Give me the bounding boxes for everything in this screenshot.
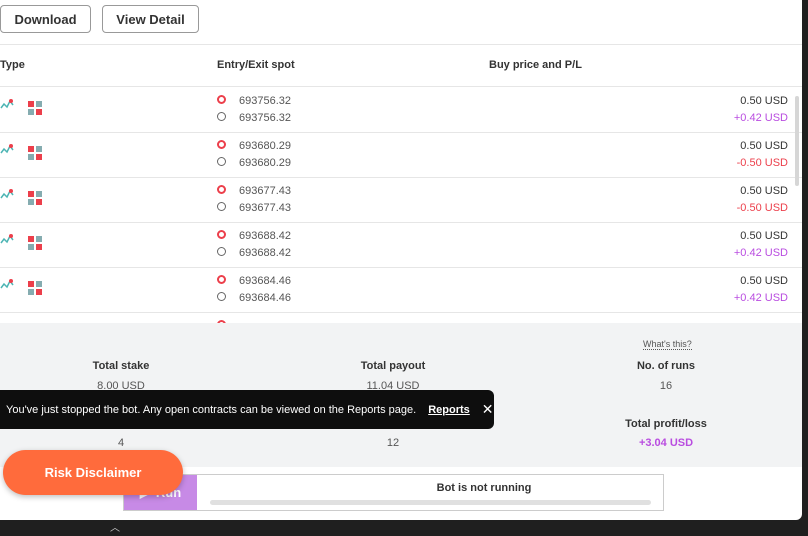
market-grid-icon xyxy=(28,101,42,115)
exit-spot-icon xyxy=(217,247,226,256)
entry-spot-icon xyxy=(217,275,226,284)
market-grid-icon xyxy=(28,146,42,160)
whats-this-link[interactable]: What's this? xyxy=(643,339,692,350)
table-row[interactable]: 693688.42 693688.42 0.50 USD +0.42 USD xyxy=(0,222,802,268)
entry-spot: 693684.46 xyxy=(239,275,291,287)
view-detail-button[interactable]: View Detail xyxy=(102,5,199,33)
contract-type-icon xyxy=(0,144,14,154)
column-header-entry-exit: Entry/Exit spot xyxy=(217,59,295,71)
exit-spot-icon xyxy=(217,157,226,166)
transactions-table[interactable]: 693756.32 693756.32 0.50 USD +0.42 USD 6… xyxy=(0,87,802,323)
exit-spot: 693688.42 xyxy=(239,247,291,259)
contract-type-icon xyxy=(0,234,14,244)
table-row[interactable]: 693680.29 693680.29 0.50 USD -0.50 USD xyxy=(0,132,802,178)
profit-loss-label: Total profit/loss xyxy=(625,418,707,430)
bot-progress-track xyxy=(210,500,651,505)
profit-loss-value: +3.04 USD xyxy=(638,437,694,449)
entry-spot: 693680.29 xyxy=(239,140,291,152)
exit-spot: 693684.46 xyxy=(239,292,291,304)
risk-disclaimer-button[interactable]: Risk Disclaimer xyxy=(3,450,183,495)
profit-loss: +0.42 USD xyxy=(733,292,788,304)
table-row[interactable]: 693684.46 693684.46 0.50 USD +0.42 USD xyxy=(0,267,802,313)
bot-status: Bot is not running xyxy=(436,482,532,494)
entry-spot-icon xyxy=(217,230,226,239)
divider xyxy=(0,44,802,45)
buy-price: 0.50 USD xyxy=(740,140,788,152)
entry-spot: 693756.32 xyxy=(239,95,291,107)
contract-type-icon xyxy=(0,279,14,289)
exit-spot: 693756.32 xyxy=(239,112,291,124)
buy-price: 0.50 USD xyxy=(740,95,788,107)
bot-results-panel: Download View Detail Type Entry/Exit spo… xyxy=(0,0,802,520)
entry-spot-icon xyxy=(217,185,226,194)
profit-loss: -0.50 USD xyxy=(736,202,788,214)
entry-spot: 693688.42 xyxy=(239,230,291,242)
profit-loss: -0.50 USD xyxy=(736,157,788,169)
run-panel: ▶Run Bot is not running xyxy=(123,474,664,511)
close-icon[interactable]: ✕ xyxy=(482,401,494,418)
table-row[interactable]: 693677.43 693677.43 0.50 USD -0.50 USD xyxy=(0,177,802,223)
runs-label: No. of runs xyxy=(636,360,696,372)
total-stake-label: Total stake xyxy=(92,360,150,372)
table-row[interactable]: 693756.32 693756.32 0.50 USD +0.42 USD xyxy=(0,87,802,133)
column-header-type: Type xyxy=(0,59,25,71)
buy-price: 0.50 USD xyxy=(740,230,788,242)
market-grid-icon xyxy=(28,281,42,295)
column-header-buy-pl: Buy price and P/L xyxy=(489,59,582,71)
scrollbar[interactable] xyxy=(795,96,799,186)
runs-value: 16 xyxy=(659,380,673,392)
entry-spot-icon xyxy=(217,95,226,104)
reports-link[interactable]: Reports xyxy=(428,404,470,416)
contracts-lost-value: 4 xyxy=(117,437,125,449)
entry-spot-icon xyxy=(217,140,226,149)
entry-spot: 693677.43 xyxy=(239,185,291,197)
total-payout-label: Total payout xyxy=(360,360,426,372)
buy-price: 0.50 USD xyxy=(740,275,788,287)
download-button[interactable]: Download xyxy=(0,5,91,33)
exit-spot-icon xyxy=(217,112,226,121)
toast-message: You've just stopped the bot. Any open co… xyxy=(6,403,417,416)
buy-price: 0.50 USD xyxy=(740,185,788,197)
exit-spot: 693677.43 xyxy=(239,202,291,214)
exit-spot-icon xyxy=(217,202,226,211)
exit-spot-icon xyxy=(217,292,226,301)
market-grid-icon xyxy=(28,236,42,250)
contract-type-icon xyxy=(0,99,14,109)
bot-stopped-toast: You've just stopped the bot. Any open co… xyxy=(0,390,494,429)
chevron-up-icon[interactable]: ︿ xyxy=(110,519,120,534)
profit-loss: +0.42 USD xyxy=(733,247,788,259)
contracts-won-value: 12 xyxy=(386,437,400,449)
market-grid-icon xyxy=(28,191,42,205)
exit-spot: 693680.29 xyxy=(239,157,291,169)
profit-loss: +0.42 USD xyxy=(733,112,788,124)
contract-type-icon xyxy=(0,189,14,199)
